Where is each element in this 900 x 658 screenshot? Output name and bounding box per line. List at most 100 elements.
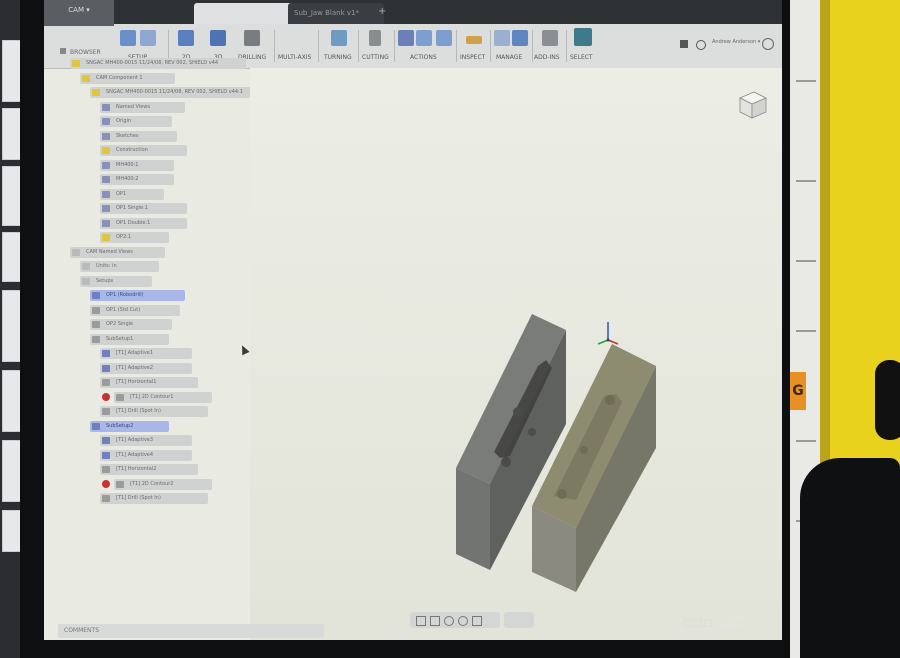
browser-tree-item[interactable]: [T1] Drill (Spot In) <box>100 406 208 417</box>
3d-adaptive-icon <box>210 30 226 46</box>
display-settings-bar[interactable] <box>504 612 534 628</box>
browser-tree-item[interactable]: [T1] Adaptive4 <box>100 449 193 461</box>
job-status-icon[interactable] <box>696 40 706 50</box>
browser-tree-item[interactable]: SNGAC MH400-0015 11/24/08, REV 002, SHIE… <box>90 87 271 98</box>
multi-axis-group[interactable]: MULTI-AXIS <box>276 26 320 66</box>
browser-tree-item[interactable]: CAM Named Views <box>70 246 165 258</box>
tree-node-icon <box>102 161 110 169</box>
browser-tree-item[interactable]: [T1] Drill (Spot In) <box>100 493 208 504</box>
toolbar-divider <box>274 30 275 62</box>
manage-group[interactable]: MANAGE <box>492 26 532 66</box>
post-process-icon <box>416 30 432 46</box>
tree-item-label: Sketches <box>116 132 139 139</box>
look-at-icon[interactable] <box>430 616 440 626</box>
tree-item-label: OP1 (Std Cut) <box>106 306 141 313</box>
help-icon[interactable] <box>762 38 774 50</box>
tree-node-icon <box>92 306 100 314</box>
2d-pocket-icon <box>178 30 194 46</box>
tree-node-icon <box>92 292 100 299</box>
tree-item-label: [T1] Adaptive4 <box>116 451 154 458</box>
browser-tree-item[interactable]: Named Views <box>100 101 185 113</box>
document-tab[interactable] <box>194 3 296 24</box>
taskbar-clock[interactable]: 1:05 PM 4/18/2018 <box>720 616 746 630</box>
browser-tree-item[interactable]: SubSetup2 <box>90 420 170 432</box>
browser-tree-item[interactable]: OP1 Double:1 <box>100 217 188 229</box>
comments-panel[interactable]: COMMENTS <box>58 624 324 638</box>
actions-group[interactable]: ACTIONS <box>396 26 456 66</box>
user-account-menu[interactable]: Andrew Anderson ▾ <box>712 39 760 45</box>
network-icon[interactable] <box>684 619 692 627</box>
browser-tree-item[interactable]: Units: in <box>80 261 160 272</box>
tree-node-icon <box>102 451 110 459</box>
keyboard-icon[interactable] <box>704 619 712 627</box>
setup-icon <box>120 30 136 46</box>
tree-item-label: SubSetup2 <box>106 422 134 429</box>
browser-tree-item[interactable]: [T1] 2D Contour1 <box>114 391 212 403</box>
adjacent-window <box>2 232 22 282</box>
pan-icon[interactable] <box>444 616 454 626</box>
toolbar-divider <box>394 30 395 62</box>
browser-tree-item[interactable]: SNGAC MH400-0015 11/24/08, REV 002, SHIE… <box>70 58 246 69</box>
tree-node-icon <box>102 176 110 183</box>
browser-tree-item[interactable]: [T1] 2D Contour2 <box>114 478 212 490</box>
tree-item-label: CAM Named Views <box>86 248 133 255</box>
browser-tree-item[interactable]: OP1 <box>100 188 164 200</box>
tree-node-icon <box>92 89 100 96</box>
adjacent-window <box>2 290 22 362</box>
tree-item-label: Named Views <box>116 103 150 110</box>
browser-title: BROWSER <box>70 49 101 56</box>
collapse-icon[interactable] <box>60 48 66 54</box>
browser-tree-item[interactable]: OP2 Single <box>90 319 172 330</box>
adjacent-window <box>2 40 22 102</box>
setup-sheet-icon <box>140 30 156 46</box>
tree-item-label: OP1 Double:1 <box>116 219 151 226</box>
tree-node-icon <box>102 234 110 241</box>
browser-tree-item[interactable]: MH400:1 <box>100 159 175 171</box>
add-ins-group[interactable]: ADD-INS <box>534 26 566 66</box>
browser-tree-item[interactable]: [T1] Horizontal2 <box>100 464 198 475</box>
browser-tree-item[interactable]: Setups <box>80 275 152 287</box>
cabinet-mark <box>796 80 816 82</box>
tree-node-icon <box>102 132 110 140</box>
fit-icon[interactable] <box>472 616 482 626</box>
tree-item-label: [T1] Adaptive3 <box>116 437 154 443</box>
turning-group[interactable]: TURNING <box>322 26 356 66</box>
jaw-blank-model[interactable] <box>434 300 694 600</box>
browser-tree-item[interactable]: MH400:2 <box>100 174 175 185</box>
notifications-icon[interactable] <box>680 40 688 48</box>
browser-tree-item[interactable]: OP1 (Std Cut) <box>90 304 180 316</box>
browser-tree-item[interactable]: CAM Component 1 <box>80 72 175 84</box>
browser-tree-item[interactable]: Origin <box>100 116 172 127</box>
select-label: SELECT <box>570 54 593 61</box>
browser-tree-item[interactable]: [T1] Adaptive1 <box>100 348 193 359</box>
document-tab-sub-jaw[interactable]: Sub_Jaw Blank v1* <box>288 3 384 24</box>
cutting-group[interactable]: CUTTING <box>360 26 394 66</box>
tree-node-icon <box>102 103 110 111</box>
system-tray[interactable] <box>684 618 714 628</box>
browser-tree-item[interactable]: Sketches <box>100 130 177 142</box>
workspace-switcher[interactable]: CAM ▾ <box>44 0 114 26</box>
tree-node-icon <box>102 190 110 198</box>
browser-tree-item[interactable]: Construction <box>100 145 188 156</box>
turning-label: TURNING <box>324 54 352 61</box>
browser-tree-item[interactable]: [T1] Adaptive3 <box>100 435 193 446</box>
dark-foreground-object <box>800 458 900 658</box>
browser-tree-item[interactable]: SubSetup1 <box>90 333 170 345</box>
browser-tree-item[interactable]: [T1] Horizontal1 <box>100 377 198 388</box>
tree-node-icon <box>102 219 110 227</box>
browser-tree-item[interactable]: OP2:1 <box>100 232 169 243</box>
select-group[interactable]: SELECT <box>568 26 598 66</box>
browser-tree-item[interactable]: OP1 (Robodrill) <box>90 290 185 301</box>
inspect-group[interactable]: INSPECT <box>458 26 488 66</box>
cabinet-mark <box>796 330 816 332</box>
new-tab-plus-icon[interactable]: + <box>378 6 386 17</box>
volume-icon[interactable] <box>694 619 702 627</box>
tree-node-icon <box>116 480 124 488</box>
browser-tree-item[interactable]: OP1 Single:1 <box>100 203 188 214</box>
browser-tree-item[interactable]: [T1] Adaptive2 <box>100 362 193 374</box>
orbit-icon[interactable] <box>416 616 426 626</box>
viewcube-icon[interactable] <box>734 86 770 122</box>
tree-node-icon <box>92 321 100 328</box>
zoom-icon[interactable] <box>458 616 468 626</box>
viewport-navigation-bar[interactable] <box>410 612 500 628</box>
